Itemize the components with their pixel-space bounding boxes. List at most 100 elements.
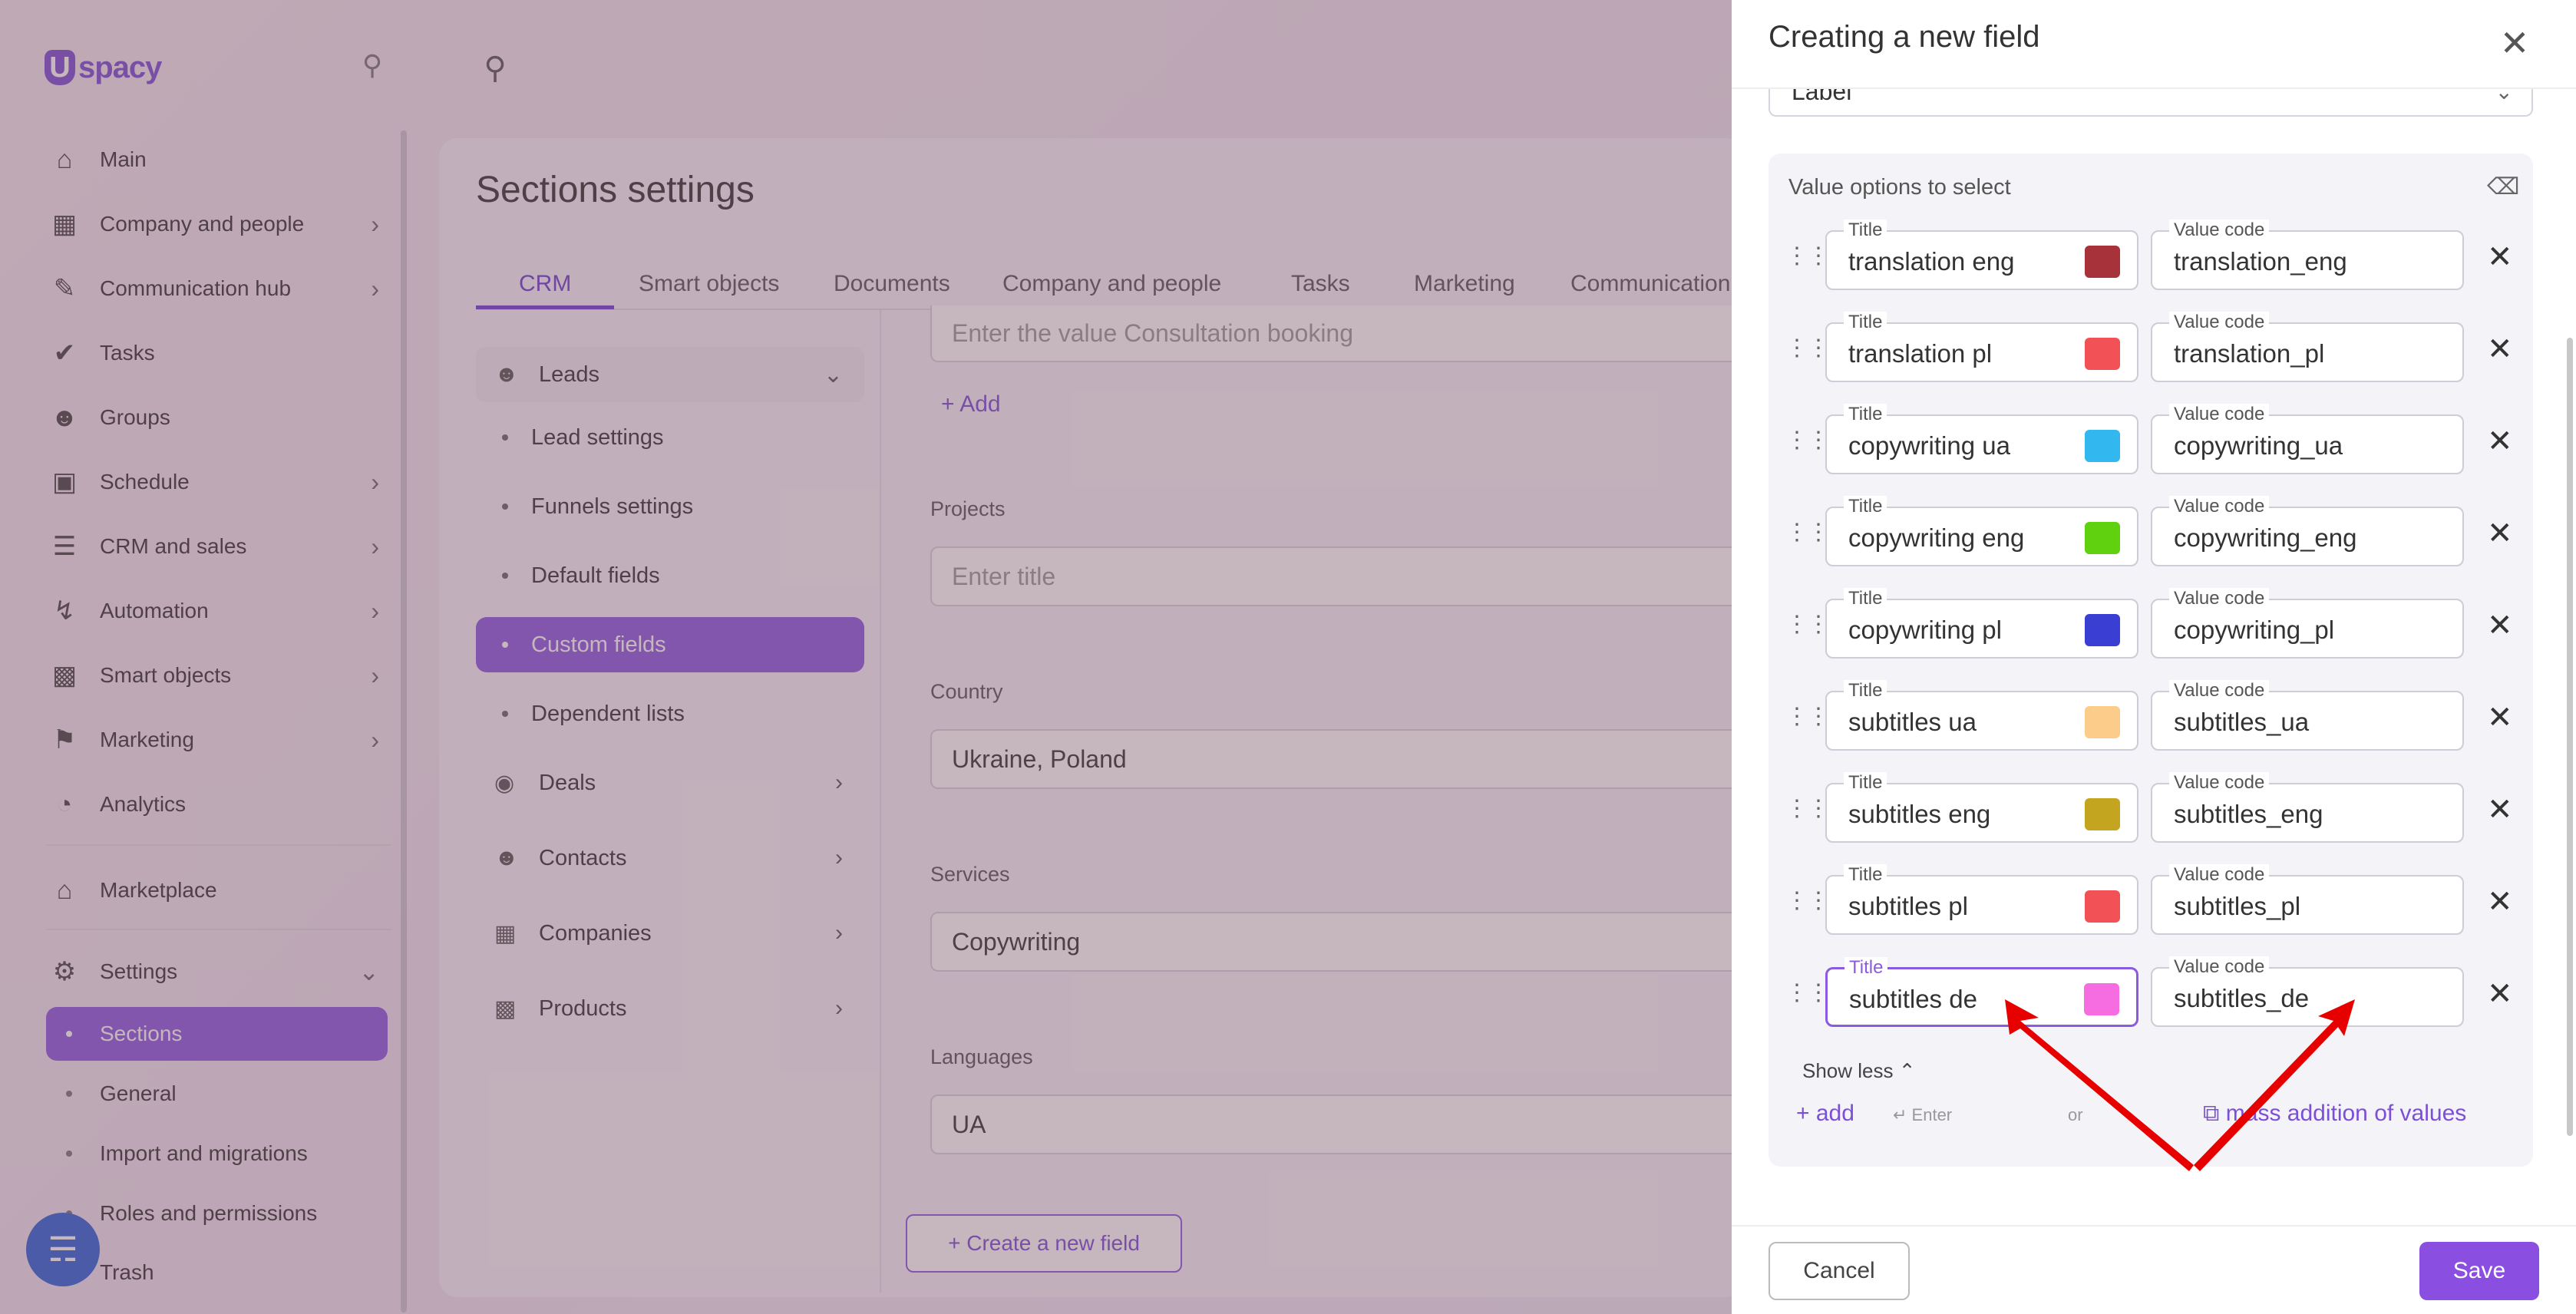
drag-handle-icon[interactable]: ⋮⋮ bbox=[1785, 611, 1830, 638]
delete-option-icon[interactable]: ✕ bbox=[2487, 700, 2513, 735]
color-swatch[interactable] bbox=[2085, 890, 2120, 923]
option-title-value: subtitles eng bbox=[1848, 800, 1991, 828]
option-title-input[interactable]: Title subtitles pl bbox=[1825, 864, 2138, 935]
option-title-input[interactable]: Title subtitles eng bbox=[1825, 772, 2138, 843]
value-option-row: ⋮⋮ Title subtitles eng Value code subtitles_… bbox=[1769, 766, 2533, 858]
option-code-input[interactable]: Value code copywriting_ua bbox=[2151, 404, 2464, 474]
option-title-value: subtitles ua bbox=[1848, 708, 1977, 736]
eraser-icon[interactable]: ⌫ bbox=[2487, 173, 2519, 200]
option-code-value: translation_pl bbox=[2174, 339, 2325, 368]
delete-option-icon[interactable]: ✕ bbox=[2487, 332, 2513, 367]
value-option-row: ⋮⋮ Title subtitles de Value code subtitles_d… bbox=[1769, 950, 2533, 1042]
code-field-label: Value code bbox=[2169, 864, 2270, 886]
title-field-label: Title bbox=[1844, 220, 1887, 241]
code-field-label: Value code bbox=[2169, 588, 2270, 609]
option-code-value: subtitles_de bbox=[2174, 984, 2310, 1012]
option-title-input[interactable]: Title copywriting eng bbox=[1825, 496, 2138, 566]
option-code-value: copywriting_pl bbox=[2174, 616, 2335, 644]
add-option-label: add bbox=[1815, 1101, 1854, 1126]
drag-handle-icon[interactable]: ⋮⋮ bbox=[1785, 795, 1830, 822]
option-title-input[interactable]: Title subtitles ua bbox=[1825, 680, 2138, 751]
option-code-input[interactable]: Value code translation_pl bbox=[2151, 312, 2464, 382]
title-field-label: Title bbox=[1844, 957, 1888, 979]
option-title-value: copywriting pl bbox=[1848, 616, 2002, 644]
color-swatch[interactable] bbox=[2085, 246, 2120, 278]
mass-addition-label: mass addition of values bbox=[2225, 1101, 2467, 1126]
option-title-input[interactable]: Title translation pl bbox=[1825, 312, 2138, 382]
drag-handle-icon[interactable]: ⋮⋮ bbox=[1785, 519, 1830, 546]
delete-option-icon[interactable]: ✕ bbox=[2487, 516, 2513, 551]
enter-hint: ↵ Enter bbox=[1893, 1105, 1953, 1124]
cancel-button[interactable]: Cancel bbox=[1769, 1242, 1910, 1300]
add-option-button[interactable]: + add bbox=[1796, 1101, 1854, 1127]
option-title-input[interactable]: Title subtitles de bbox=[1825, 957, 2138, 1027]
color-swatch[interactable] bbox=[2085, 706, 2120, 738]
option-title-input[interactable]: Title translation eng bbox=[1825, 220, 2138, 290]
value-options-title: Value options to select bbox=[1788, 175, 2011, 200]
drag-handle-icon[interactable]: ⋮⋮ bbox=[1785, 979, 1830, 1006]
option-title-input[interactable]: Title copywriting ua bbox=[1825, 404, 2138, 474]
code-field-label: Value code bbox=[2169, 496, 2270, 517]
drag-handle-icon[interactable]: ⋮⋮ bbox=[1785, 703, 1830, 730]
drag-handle-icon[interactable]: ⋮⋮ bbox=[1785, 335, 1830, 362]
code-field-label: Value code bbox=[2169, 956, 2270, 978]
delete-option-icon[interactable]: ✕ bbox=[2487, 239, 2513, 275]
value-option-row: ⋮⋮ Title copywriting pl Value code copywriti… bbox=[1769, 582, 2533, 674]
title-field-label: Title bbox=[1844, 680, 1887, 702]
option-code-input[interactable]: Value code subtitles_eng bbox=[2151, 772, 2464, 843]
option-code-input[interactable]: Value code translation_eng bbox=[2151, 220, 2464, 290]
option-code-value: subtitles_ua bbox=[2174, 708, 2310, 736]
color-swatch[interactable] bbox=[2085, 798, 2120, 830]
color-swatch[interactable] bbox=[2085, 430, 2120, 462]
drag-handle-icon[interactable]: ⋮⋮ bbox=[1785, 887, 1830, 914]
copy-icon: ⧉ bbox=[2203, 1101, 2220, 1126]
code-field-label: Value code bbox=[2169, 220, 2270, 241]
value-option-row: ⋮⋮ Title translation eng Value code translat… bbox=[1769, 213, 2533, 305]
title-field-label: Title bbox=[1844, 588, 1887, 609]
modal-backdrop[interactable] bbox=[0, 0, 1732, 1314]
value-option-row: ⋮⋮ Title translation pl Value code translati… bbox=[1769, 305, 2533, 398]
title-field-label: Title bbox=[1844, 772, 1887, 794]
color-swatch[interactable] bbox=[2085, 338, 2120, 370]
delete-option-icon[interactable]: ✕ bbox=[2487, 884, 2513, 919]
option-code-input[interactable]: Value code copywriting_pl bbox=[2151, 588, 2464, 659]
option-code-value: subtitles_eng bbox=[2174, 800, 2323, 828]
value-option-row: ⋮⋮ Title copywriting eng Value code copywrit… bbox=[1769, 490, 2533, 582]
option-title-value: translation pl bbox=[1848, 339, 1993, 368]
drag-handle-icon[interactable]: ⋮⋮ bbox=[1785, 243, 1830, 269]
show-less-label: Show less bbox=[1802, 1059, 1894, 1082]
value-option-row: ⋮⋮ Title copywriting ua Value code copywriti… bbox=[1769, 398, 2533, 490]
option-code-input[interactable]: Value code subtitles_de bbox=[2151, 956, 2464, 1027]
option-code-input[interactable]: Value code copywriting_eng bbox=[2151, 496, 2464, 566]
color-swatch[interactable] bbox=[2084, 983, 2119, 1015]
modal-header-divider bbox=[1732, 87, 2576, 89]
option-title-value: subtitles de bbox=[1849, 985, 1977, 1013]
code-field-label: Value code bbox=[2169, 680, 2270, 702]
code-field-label: Value code bbox=[2169, 312, 2270, 333]
modal-title: Creating a new field bbox=[1769, 20, 2040, 54]
option-title-value: subtitles pl bbox=[1848, 892, 1968, 920]
option-title-value: translation eng bbox=[1848, 247, 2015, 276]
delete-option-icon[interactable]: ✕ bbox=[2487, 608, 2513, 643]
color-swatch[interactable] bbox=[2085, 522, 2120, 554]
delete-option-icon[interactable]: ✕ bbox=[2487, 424, 2513, 459]
show-less-toggle[interactable]: Show less ⌃ bbox=[1802, 1059, 1916, 1083]
mass-addition-link[interactable]: ⧉ mass addition of values bbox=[2203, 1101, 2466, 1127]
option-title-input[interactable]: Title copywriting pl bbox=[1825, 588, 2138, 659]
option-code-value: translation_eng bbox=[2174, 247, 2347, 276]
delete-option-icon[interactable]: ✕ bbox=[2487, 792, 2513, 827]
option-code-input[interactable]: Value code subtitles_ua bbox=[2151, 680, 2464, 751]
close-icon[interactable]: ✕ bbox=[2493, 21, 2536, 64]
drag-handle-icon[interactable]: ⋮⋮ bbox=[1785, 427, 1830, 454]
code-field-label: Value code bbox=[2169, 404, 2270, 425]
modal-scrollbar[interactable] bbox=[2567, 338, 2573, 1136]
save-button[interactable]: Save bbox=[2419, 1242, 2539, 1300]
color-swatch[interactable] bbox=[2085, 614, 2120, 646]
code-field-label: Value code bbox=[2169, 772, 2270, 794]
option-code-input[interactable]: Value code subtitles_pl bbox=[2151, 864, 2464, 935]
title-field-label: Title bbox=[1844, 864, 1887, 886]
title-field-label: Title bbox=[1844, 312, 1887, 333]
option-code-value: copywriting_ua bbox=[2174, 431, 2343, 460]
delete-option-icon[interactable]: ✕ bbox=[2487, 976, 2513, 1012]
modal-footer-divider bbox=[1732, 1225, 2576, 1227]
